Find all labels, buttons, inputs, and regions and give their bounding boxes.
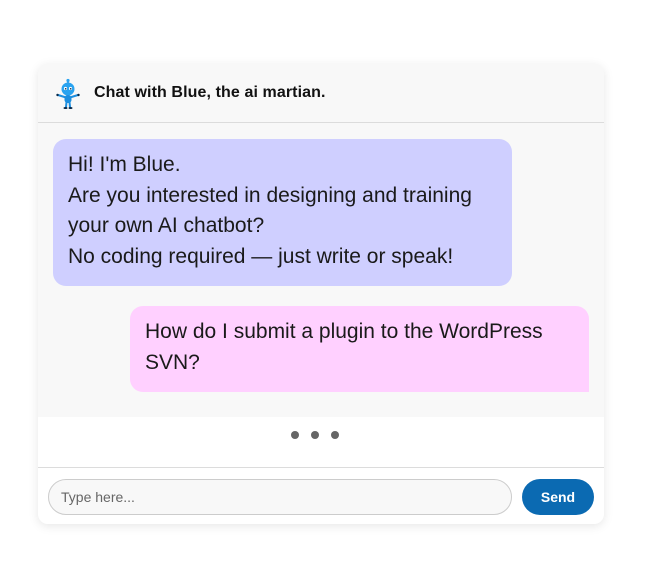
- typing-dot-icon: [291, 431, 299, 439]
- send-button[interactable]: Send: [522, 479, 594, 515]
- message-line: Are you interested in designing and trai…: [68, 183, 472, 207]
- message-list: Hi! I'm Blue. Are you interested in desi…: [38, 124, 604, 417]
- martian-avatar-icon: [56, 78, 80, 109]
- typing-dot-icon: [331, 431, 339, 439]
- message-line: SVN?: [145, 350, 200, 374]
- message-line: your own AI chatbot?: [68, 214, 265, 237]
- message-line: No coding required — just write or speak…: [68, 244, 454, 268]
- user-message: How do I submit a plugin to the WordPres…: [130, 306, 589, 392]
- chat-widget: Chat with Blue, the ai martian. Hi! I'm …: [38, 64, 604, 524]
- bot-message: Hi! I'm Blue. Are you interested in desi…: [53, 139, 512, 286]
- composer: Send: [38, 467, 604, 524]
- message-input[interactable]: [48, 479, 512, 515]
- chat-title: Chat with Blue, the ai martian.: [94, 84, 326, 101]
- typing-indicator: [38, 417, 604, 467]
- typing-dot-icon: [311, 431, 319, 439]
- chat-header: Chat with Blue, the ai martian.: [38, 64, 604, 123]
- message-line: Hi! I'm Blue.: [68, 153, 181, 176]
- message-line: How do I submit a plugin to the WordPres…: [145, 320, 543, 343]
